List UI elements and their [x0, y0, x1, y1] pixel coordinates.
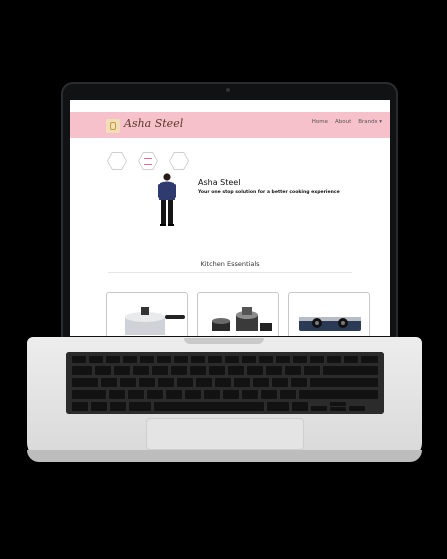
brand-name[interactable]: Asha Steel: [124, 117, 183, 130]
navbar: Asha Steel Home About Brands ▾: [70, 112, 390, 138]
person-illustration-icon: [158, 173, 176, 226]
nav-links: Home About Brands ▾: [312, 119, 382, 125]
camera-icon: [226, 88, 230, 92]
nav-home[interactable]: Home: [312, 119, 328, 125]
hero-subtitle: Your one stop solution for a better cook…: [198, 190, 340, 195]
product-card-cooker[interactable]: [106, 292, 188, 336]
mixer-icon: [212, 307, 272, 331]
laptop-screen: Asha Steel Home About Brands ▾ Asha Stee…: [70, 100, 390, 336]
brand-logo[interactable]: [106, 119, 120, 133]
section-title: Kitchen Essentials: [200, 260, 260, 268]
product-card-mixer[interactable]: [197, 292, 279, 336]
nav-about[interactable]: About: [335, 119, 351, 125]
menu-lines-icon: [144, 158, 152, 165]
keyboard: [66, 352, 384, 414]
nav-brands-dropdown[interactable]: Brands ▾: [358, 119, 382, 125]
nav-brands-label: Brands: [358, 119, 378, 125]
hero-title: Asha Steel: [198, 178, 241, 187]
chevron-down-icon: ▾: [379, 119, 382, 125]
laptop-base-edge: [27, 450, 422, 462]
product-card-gas-stove[interactable]: [288, 292, 370, 336]
hinge-notch: [184, 338, 264, 344]
trackpad[interactable]: [146, 418, 304, 450]
hexagon-icon: [169, 152, 189, 170]
divider: [108, 272, 352, 273]
cooker-icon: [125, 307, 185, 335]
hexagon-icon: [107, 152, 127, 170]
gas-stove-icon: [299, 317, 361, 331]
